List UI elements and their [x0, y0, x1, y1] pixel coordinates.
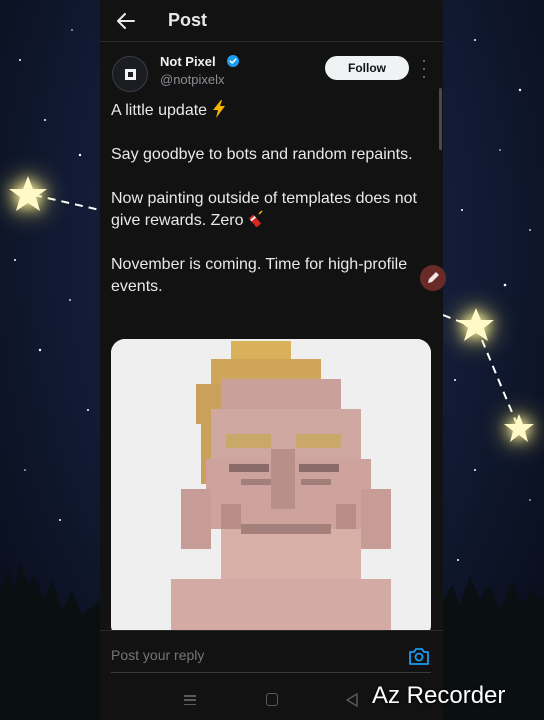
tweet-paragraph: Now painting outside of templates does n…: [111, 188, 429, 232]
high-voltage-emoji: [212, 100, 225, 118]
scrollbar[interactable]: [439, 88, 442, 150]
top-bar: Post: [100, 0, 443, 42]
author-handle[interactable]: @notpixelx: [160, 72, 225, 87]
camera-icon[interactable]: [408, 645, 430, 667]
tweet-paragraph-text: A little update: [111, 102, 208, 119]
tweet-text: A little update Say goodbye to bots and …: [111, 100, 429, 320]
reply-divider: [111, 672, 431, 673]
firecracker-emoji: [249, 210, 263, 228]
notpixel-logo-icon: [124, 68, 136, 80]
tweet-paragraph: November is coming. Time for high-profil…: [111, 256, 408, 295]
page-title: Post: [168, 10, 208, 30]
tweet-paragraph: Say goodbye to bots and random repaints.: [111, 146, 413, 163]
reply-input[interactable]: [111, 647, 371, 663]
avatar[interactable]: [112, 56, 148, 92]
pixel-art-face-image: [111, 339, 431, 630]
app-screen: Post Not Pixel @notpixelx Follow A littl…: [100, 0, 443, 720]
square-icon[interactable]: [266, 693, 278, 706]
pencil-icon: [428, 272, 439, 283]
post-image[interactable]: [111, 339, 431, 630]
more-options-icon[interactable]: [418, 60, 430, 78]
verified-badge-icon: [227, 55, 239, 67]
arrow-left-icon: [117, 12, 135, 29]
author-row: Not Pixel @notpixelx Follow: [110, 52, 433, 96]
menu-icon[interactable]: [184, 695, 196, 705]
recorder-watermark: Az Recorder: [372, 682, 506, 709]
reply-bar: [100, 630, 443, 680]
follow-button[interactable]: Follow: [325, 56, 409, 80]
tweet-paragraph: A little update: [111, 100, 429, 122]
triangle-back-icon[interactable]: [346, 693, 358, 707]
author-name[interactable]: Not Pixel: [160, 54, 216, 69]
back-button[interactable]: [100, 0, 152, 42]
edit-fab-button[interactable]: [420, 265, 446, 291]
post-content: Not Pixel @notpixelx Follow A little upd…: [100, 42, 443, 630]
